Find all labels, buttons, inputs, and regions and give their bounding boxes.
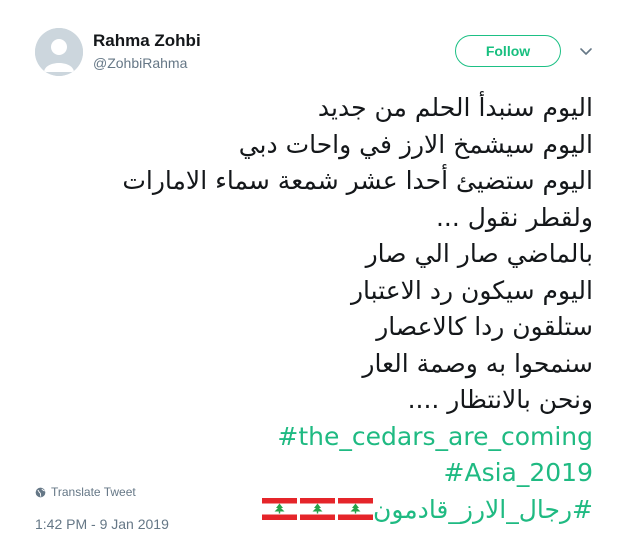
translate-label: Translate Tweet bbox=[51, 485, 136, 499]
tweet-line: سنمحوا به وصمة العار bbox=[362, 348, 593, 378]
tweet-line: اليوم ستضيئ أحدا عشر شمعة سماء الامارات bbox=[122, 166, 593, 195]
tweet-line: بالماضي صار الي صار bbox=[365, 239, 593, 268]
tweet-line: ولقطر نقول ... bbox=[435, 202, 593, 232]
tweet-timestamp[interactable]: 1:42 PM - 9 Jan 2019 bbox=[35, 516, 169, 532]
hashtag-line: #the_cedars_are_coming bbox=[33, 419, 593, 456]
chevron-down-icon[interactable] bbox=[578, 44, 594, 60]
tweet-line: اليوم سيشمخ الارز في واحات دبي bbox=[238, 129, 593, 159]
lebanon-flag-icon bbox=[300, 497, 336, 520]
tweet-line: اليوم سنبدأ الحلم من جديد bbox=[317, 93, 593, 122]
hashtag-link[interactable]: #Asia_2019 bbox=[444, 458, 593, 487]
translate-tweet-link[interactable]: Translate Tweet bbox=[35, 485, 136, 499]
follow-button[interactable]: Follow bbox=[455, 35, 561, 67]
user-handle[interactable]: @ZohbiRahma bbox=[93, 55, 187, 71]
tweet-line: ونحن بالانتظار .... bbox=[407, 385, 593, 414]
hashtag-link[interactable]: #رجال_الارز_قادمون bbox=[373, 495, 593, 524]
tweet-line: ستلقون ردا كالاعصار bbox=[376, 312, 593, 341]
user-display-name[interactable]: Rahma Zohbi bbox=[93, 31, 201, 51]
hashtag-link[interactable]: #the_cedars_are_coming bbox=[277, 422, 593, 451]
tweet-card: Rahma Zohbi @ZohbiRahma Follow اليوم سنب… bbox=[0, 0, 631, 537]
tweet-text: اليوم سنبدأ الحلم من جديد اليوم سيشمخ ال… bbox=[33, 90, 593, 528]
lebanon-flag-icon bbox=[338, 497, 374, 520]
globe-icon bbox=[35, 487, 46, 497]
lebanon-flag-icon bbox=[262, 497, 298, 520]
tweet-line: اليوم سيكون رد الاعتبار bbox=[350, 275, 593, 305]
default-avatar-icon[interactable] bbox=[35, 28, 83, 76]
